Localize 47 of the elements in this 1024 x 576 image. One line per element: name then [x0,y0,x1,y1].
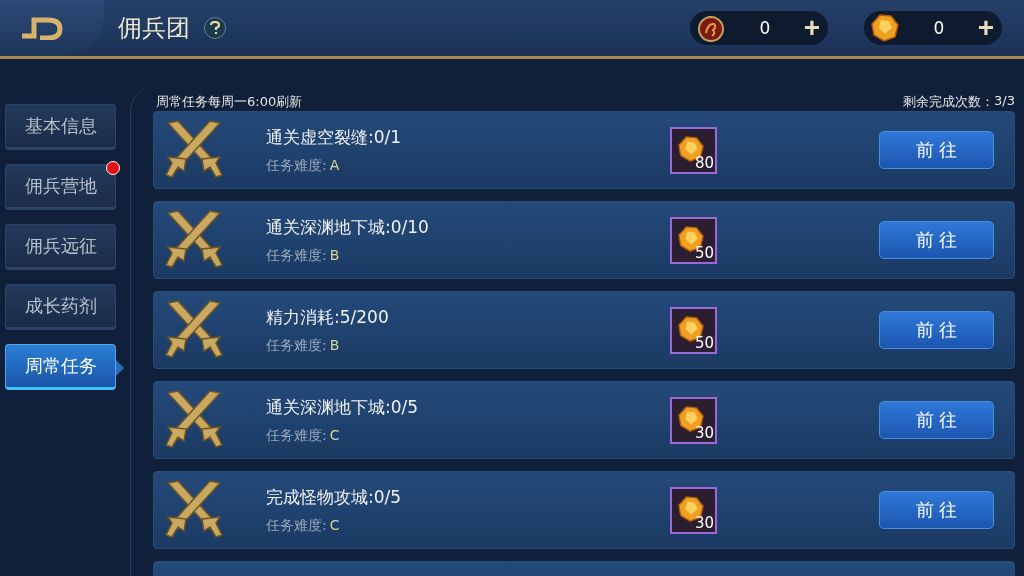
add-button[interactable]: + [977,14,994,42]
sidebar-tab[interactable]: 佣兵远征 [5,224,116,270]
crossed-swords-icon [162,479,226,541]
difficulty-value: A [329,156,340,175]
currency-amount: 0 [758,18,772,38]
go-button[interactable]: 前 往 [879,491,994,529]
go-button[interactable]: 前 往 [879,401,994,439]
reward-amount: 50 [694,333,714,352]
reward-amount: 30 [694,513,714,532]
reward-amount: 30 [694,423,714,442]
difficulty-value: B [329,246,340,265]
refresh-notice: 周常任务每周一6:00刷新 [156,93,303,111]
reward-amount: 80 [694,153,714,172]
crossed-swords-icon [162,119,226,181]
difficulty-value: B [329,336,340,355]
sidebar-tab[interactable]: 成长药剂 [5,284,116,330]
difficulty-label: 任务难度: [266,336,327,355]
difficulty-value: C [329,516,340,535]
difficulty-value: C [329,426,340,445]
back-button[interactable] [0,0,104,56]
add-button[interactable]: + [803,14,820,42]
crossed-swords-icon [162,389,226,451]
reward-amount: 50 [694,243,714,262]
task-title: 通关虚空裂缝:0/1 [266,125,403,149]
crossed-swords-icon [162,299,226,361]
gem-icon [870,13,900,43]
page-title: 佣兵团 [118,13,190,44]
go-button[interactable]: 前 往 [879,131,994,169]
pointer-icon [116,360,124,376]
difficulty-label: 任务难度: [266,156,327,175]
help-icon[interactable] [204,17,226,39]
difficulty-label: 任务难度: [266,426,327,445]
difficulty-label: 任务难度: [266,246,327,265]
currency-amount: 0 [932,18,946,38]
task-title: 通关深渊地下城:0/5 [266,395,420,419]
go-button[interactable]: 前 往 [879,311,994,349]
remaining-label: 剩余完成次数： [903,93,995,111]
task-title: 精力消耗:5/200 [266,305,390,329]
crossed-swords-icon [162,209,226,271]
go-button[interactable]: 前 往 [879,221,994,259]
remaining-count: 3/3 [994,93,1015,110]
sidebar-tab[interactable]: 基本信息 [5,104,116,150]
task-title: 完成怪物攻城:0/5 [266,485,403,509]
task-title: 通关深渊地下城:0/10 [266,215,430,239]
difficulty-label: 任务难度: [266,516,327,535]
medal-icon [696,13,726,43]
back-icon [20,16,64,40]
